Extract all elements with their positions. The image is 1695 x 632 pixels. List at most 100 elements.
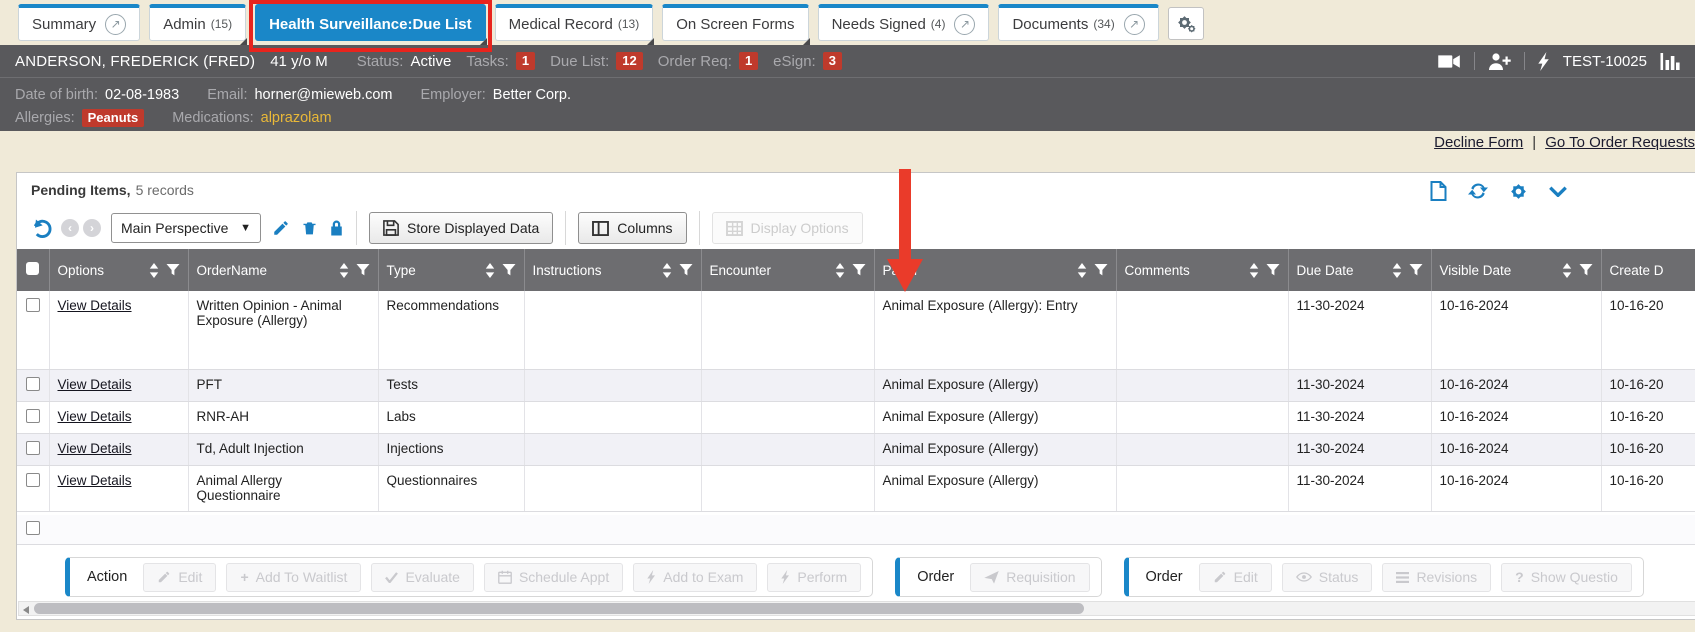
sort-icon[interactable]: [339, 263, 349, 278]
external-link-icon[interactable]: ↗: [954, 14, 975, 35]
tab-needs-signed[interactable]: Needs Signed (4) ↗: [818, 4, 990, 41]
tab-fold-corner-icon: [480, 38, 487, 45]
order-req-count-badge[interactable]: 1: [739, 52, 758, 70]
settings-cogs-button[interactable]: [1168, 7, 1204, 40]
edit-button[interactable]: Edit: [143, 563, 216, 592]
requisition-button[interactable]: Requisition: [970, 563, 1089, 592]
go-to-order-requests-link[interactable]: Go To Order Requests: [1545, 134, 1695, 151]
edit-perspective-pencil-icon[interactable]: [272, 219, 290, 237]
add-person-icon[interactable]: [1488, 52, 1511, 71]
tab-count: (15): [211, 17, 232, 31]
view-details-link[interactable]: View Details: [58, 441, 132, 456]
toolbar-divider: [699, 211, 700, 245]
sort-icon[interactable]: [1077, 263, 1087, 278]
video-camera-icon[interactable]: [1438, 54, 1461, 69]
filter-funnel-icon[interactable]: [679, 264, 693, 277]
order-edit-button[interactable]: Edit: [1199, 563, 1272, 592]
order-status-button[interactable]: Status: [1282, 563, 1373, 592]
horizontal-scrollbar[interactable]: [18, 601, 1695, 616]
chevron-down-icon: ▼: [240, 222, 251, 234]
panel-record-count: 5 records: [136, 182, 194, 198]
external-link-icon[interactable]: ↗: [1124, 14, 1145, 35]
sort-icon[interactable]: [485, 263, 495, 278]
esign-count-badge[interactable]: 3: [823, 52, 842, 70]
decline-form-link[interactable]: Decline Form: [1434, 134, 1523, 151]
footer-checkbox[interactable]: [26, 521, 40, 535]
filter-funnel-icon[interactable]: [502, 264, 516, 277]
sort-icon[interactable]: [662, 263, 672, 278]
sort-icon[interactable]: [1249, 263, 1259, 278]
schedule-appt-button[interactable]: Schedule Appt: [484, 563, 623, 592]
filter-funnel-icon[interactable]: [1579, 264, 1593, 277]
evaluate-button[interactable]: Evaluate: [371, 563, 473, 592]
lock-perspective-icon[interactable]: [329, 219, 344, 237]
sort-icon[interactable]: [1392, 263, 1402, 278]
view-details-link[interactable]: View Details: [58, 473, 132, 488]
sort-icon[interactable]: [1562, 263, 1572, 278]
order-req-label: Order Req:: [658, 53, 732, 70]
view-details-link[interactable]: View Details: [58, 409, 132, 424]
allergy-badge[interactable]: Peanuts: [82, 109, 145, 127]
perform-button[interactable]: Perform: [767, 563, 861, 592]
sort-icon[interactable]: [149, 263, 159, 278]
filter-funnel-icon[interactable]: [356, 264, 370, 277]
tab-count: (4): [931, 17, 946, 31]
filter-funnel-icon[interactable]: [166, 264, 180, 277]
action-bar-row: Action Edit + Add To Waitlist Evaluate S…: [65, 557, 1644, 597]
next-arrow-button[interactable]: ›: [83, 219, 101, 237]
add-to-exam-button[interactable]: Add to Exam: [633, 563, 757, 592]
gear-icon[interactable]: [1509, 182, 1528, 201]
undo-icon[interactable]: [30, 217, 53, 240]
delete-perspective-trash-icon[interactable]: [301, 219, 318, 237]
tab-admin[interactable]: Admin (15): [149, 4, 246, 41]
tab-summary[interactable]: Summary ↗: [18, 4, 140, 41]
table-row: View Details Animal Allergy Questionnair…: [17, 465, 1695, 511]
filter-funnel-icon[interactable]: [1409, 264, 1423, 277]
filter-funnel-icon[interactable]: [852, 264, 866, 277]
tab-on-screen-forms[interactable]: On Screen Forms: [662, 4, 808, 41]
dob-label: Date of birth:: [15, 87, 98, 103]
bolt-icon[interactable]: [1538, 52, 1550, 71]
tab-label: Documents: [1012, 16, 1088, 33]
external-link-icon[interactable]: ↗: [105, 14, 126, 35]
tab-label: Needs Signed: [832, 16, 926, 33]
flowsheet-chart-icon[interactable]: [1660, 53, 1680, 70]
row-checkbox[interactable]: [26, 377, 40, 391]
tab-documents[interactable]: Documents (34) ↗: [998, 4, 1158, 41]
panel-header: Pending Items, 5 records: [17, 173, 1695, 207]
scrollbar-thumb[interactable]: [34, 603, 1084, 614]
add-to-waitlist-button[interactable]: + Add To Waitlist: [226, 563, 361, 592]
show-questionnaire-button[interactable]: ? Show Questio: [1501, 563, 1632, 592]
perspective-select[interactable]: Main Perspective ▼: [111, 213, 261, 243]
row-checkbox[interactable]: [26, 298, 40, 312]
select-all-checkbox[interactable]: [26, 262, 39, 275]
view-details-link[interactable]: View Details: [58, 377, 132, 392]
columns-button[interactable]: Columns: [578, 212, 686, 244]
bolt-icon: [647, 570, 656, 584]
dob-value: 02-08-1983: [105, 87, 179, 103]
tab-health-surveillance-due-list[interactable]: Health Surveillance:Due List: [255, 4, 486, 41]
question-mark-icon: ?: [1515, 569, 1524, 585]
row-checkbox[interactable]: [26, 473, 40, 487]
column-header-comments: Comments: [1116, 249, 1288, 291]
row-checkbox[interactable]: [26, 409, 40, 423]
status-label: Status:: [357, 53, 404, 70]
filter-funnel-icon[interactable]: [1094, 264, 1108, 277]
tab-medical-record[interactable]: Medical Record (13): [495, 4, 654, 41]
sort-icon[interactable]: [835, 263, 845, 278]
scroll-left-arrow-icon[interactable]: [23, 606, 29, 614]
display-options-button[interactable]: Display Options: [712, 212, 863, 244]
filter-funnel-icon[interactable]: [1266, 264, 1280, 277]
order-revisions-button[interactable]: Revisions: [1382, 563, 1491, 592]
tab-count: (34): [1093, 17, 1114, 31]
row-checkbox[interactable]: [26, 441, 40, 455]
view-details-link[interactable]: View Details: [58, 298, 132, 313]
collapse-chevron-down-icon[interactable]: [1549, 186, 1567, 197]
refresh-icon[interactable]: [1468, 181, 1488, 201]
new-document-icon[interactable]: [1430, 181, 1447, 201]
store-displayed-data-button[interactable]: Store Displayed Data: [369, 212, 553, 244]
prev-arrow-button[interactable]: ‹: [61, 219, 79, 237]
due-list-count-badge[interactable]: 12: [616, 52, 642, 70]
tasks-count-badge[interactable]: 1: [516, 52, 535, 70]
column-header-type: Type: [378, 249, 524, 291]
